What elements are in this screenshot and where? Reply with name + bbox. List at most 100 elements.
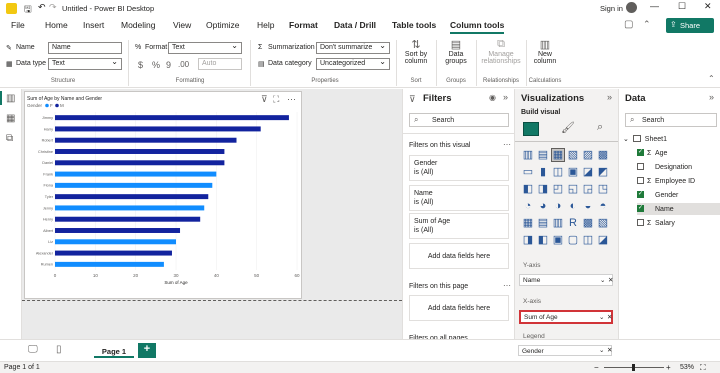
collapse-data-icon[interactable]: »	[709, 92, 714, 102]
close-icon[interactable]: ✕	[704, 1, 712, 12]
minimize-icon[interactable]: —	[650, 1, 659, 11]
visual-type-icon[interactable]: ▣	[552, 234, 564, 246]
tab-format[interactable]: Format	[289, 20, 318, 30]
visual-type-icon[interactable]: ◳	[597, 183, 609, 195]
visual-type-icon[interactable]: ◲	[582, 183, 594, 195]
visual-type-icon[interactable]: ◐	[567, 200, 579, 212]
visual-type-icon[interactable]: ◪	[582, 166, 594, 178]
category-select[interactable]: Uncategorized	[316, 58, 390, 70]
visual-type-icon[interactable]: ▧	[567, 149, 579, 161]
field-item[interactable]: Σ Salary	[637, 217, 720, 229]
build-visual-icon[interactable]	[523, 122, 539, 136]
visual-type-icon[interactable]: ▥	[522, 149, 534, 161]
field-item[interactable]: Designation	[637, 161, 720, 173]
tab-column-tools[interactable]: Column tools	[450, 20, 505, 34]
collapse-ribbon-icon[interactable]: ⌃	[708, 74, 715, 83]
report-view-icon[interactable]: ▥	[6, 93, 15, 104]
field-checkbox[interactable]	[637, 204, 644, 212]
visual-type-icon[interactable]: ▣	[567, 166, 579, 178]
field-checkbox[interactable]	[637, 219, 644, 226]
visual-type-icon[interactable]: ▧	[597, 217, 609, 229]
percent-button[interactable]: %	[152, 60, 160, 70]
save-icon[interactable]: 🖫	[24, 2, 32, 18]
eye-icon[interactable]: ◉	[489, 93, 496, 102]
table-view-icon[interactable]: ▦	[6, 113, 15, 124]
visual-type-icon[interactable]: ◕	[537, 200, 549, 212]
share-button[interactable]: ⇪ Share	[666, 18, 714, 33]
add-page-button[interactable]: +	[138, 343, 156, 358]
visual-type-icon[interactable]: ◓	[597, 200, 609, 212]
name-field[interactable]: Name	[48, 42, 122, 54]
visual-type-icon[interactable]: ◒	[582, 200, 594, 212]
tab-insert[interactable]: Insert	[83, 20, 104, 30]
manage-relationships-button[interactable]: ⧉ Manage relationships	[478, 38, 524, 78]
field-item[interactable]: Gender	[637, 189, 720, 201]
comments-icon[interactable]: ▢	[624, 19, 633, 30]
field-checkbox[interactable]	[637, 163, 644, 170]
visual-type-icon[interactable]: ◩	[597, 166, 609, 178]
zoom-in-icon[interactable]: +	[666, 363, 671, 372]
data-groups-button[interactable]: ▤ Data groups	[440, 38, 472, 78]
visual-type-icon[interactable]: ◨	[522, 234, 534, 246]
stacked-bar-chart-icon[interactable]: ▦	[551, 148, 565, 162]
legend-well[interactable]: Gender ⌄ ✕	[518, 345, 612, 356]
visual-type-icon[interactable]: ▥	[552, 217, 564, 229]
decimal-button[interactable]: .00	[178, 60, 189, 69]
chevron-up-icon[interactable]: ⌃	[643, 19, 651, 30]
maximize-icon[interactable]: ☐	[678, 1, 686, 12]
visual-type-icon[interactable]: ▤	[537, 217, 549, 229]
xaxis-well[interactable]: Sum of Age ⌄ ✕	[519, 310, 613, 324]
zoom-slider-thumb[interactable]	[632, 364, 635, 371]
collapse-filters-icon[interactable]: »	[503, 92, 508, 102]
visual-type-icon[interactable]: ◱	[567, 183, 579, 195]
visual-type-icon[interactable]: ▦	[522, 217, 534, 229]
tab-view[interactable]: View	[173, 20, 191, 30]
tab-table-tools[interactable]: Table tools	[392, 20, 436, 30]
visual-type-icon[interactable]: ▩	[582, 217, 594, 229]
tab-file[interactable]: File	[11, 20, 25, 30]
summarization-select[interactable]: Don't summarize	[316, 42, 390, 54]
yaxis-well[interactable]: Name ⌄ ✕	[519, 274, 613, 286]
visual-type-icon[interactable]: ▭	[522, 166, 534, 178]
visual-type-icon[interactable]: ◨	[537, 183, 549, 195]
visual-type-icon[interactable]: ▢	[567, 234, 579, 246]
tab-data-drill[interactable]: Data / Drill	[334, 20, 376, 30]
bar-chart-visual[interactable]: Sum of Age by Name and Gender Gender F M ⊽ ⛶ ⋯…	[24, 91, 302, 299]
add-data-fields-drop[interactable]: Add data fields here	[409, 243, 509, 269]
visual-type-icon[interactable]: ◪	[597, 234, 609, 246]
format-visual-icon[interactable]: 🖌	[561, 121, 575, 134]
new-column-button[interactable]: ▥ New column	[530, 38, 560, 78]
tab-home[interactable]: Home	[45, 20, 68, 30]
filter-card-gender[interactable]: Gender is (All)	[409, 155, 509, 181]
sign-in-link[interactable]: Sign in	[600, 4, 623, 13]
fit-page-icon[interactable]: ⛶	[700, 363, 706, 373]
filter-card-name[interactable]: Name is (All)	[409, 185, 509, 211]
well-chevron-icon[interactable]: ⌄	[599, 346, 604, 354]
visual-type-icon[interactable]: ▨	[582, 149, 594, 161]
comma-button[interactable]: 9	[166, 60, 171, 70]
avatar[interactable]	[626, 2, 637, 13]
visual-type-icon[interactable]: ◧	[537, 234, 549, 246]
field-checkbox[interactable]	[637, 148, 644, 156]
field-item[interactable]: ΣAge	[637, 147, 720, 159]
visual-type-icon[interactable]: ▩	[597, 149, 609, 161]
field-checkbox[interactable]	[637, 190, 644, 198]
undo-icon[interactable]: ↶	[38, 2, 46, 13]
filters-search-input[interactable]: ⌕ Search	[409, 113, 509, 127]
analytics-icon[interactable]: ⌕	[597, 121, 603, 134]
model-view-icon[interactable]: ⧉	[6, 133, 13, 144]
sort-by-column-button[interactable]: ⇅ Sort by column	[400, 38, 432, 78]
more-options-icon[interactable]: ⋯	[503, 281, 511, 290]
remove-field-icon[interactable]: ✕	[607, 313, 612, 321]
well-chevron-icon[interactable]: ⌄	[600, 276, 605, 284]
well-chevron-icon[interactable]: ⌄	[599, 313, 604, 321]
tab-modeling[interactable]: Modeling	[121, 20, 156, 30]
redo-icon[interactable]: ↷	[49, 2, 57, 13]
tab-help[interactable]: Help	[257, 20, 274, 30]
field-item[interactable]: Σ Employee ID	[637, 175, 720, 187]
table-sheet1[interactable]: ⌄ Sheet1	[623, 135, 667, 143]
mobile-layout-icon[interactable]: ▯	[56, 344, 62, 355]
visual-type-icon[interactable]: ▤	[537, 149, 549, 161]
field-checkbox[interactable]	[637, 177, 644, 184]
add-data-fields-page-drop[interactable]: Add data fields here	[409, 295, 509, 321]
